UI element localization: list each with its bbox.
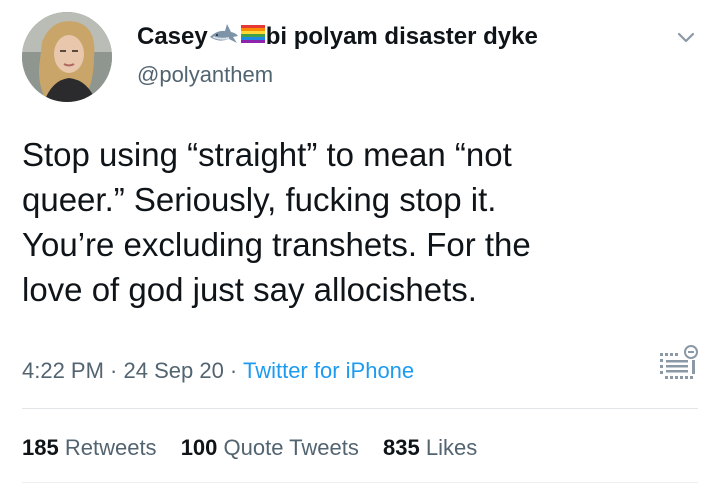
tweet-text-line: Stop using “straight” to mean “not	[22, 136, 512, 173]
tweet-date[interactable]: 24 Sep 20	[124, 358, 224, 383]
retweets-count: 185	[22, 435, 59, 460]
likes-count: 835	[383, 435, 420, 460]
meta-separator: ·	[103, 358, 124, 383]
display-name[interactable]: Casey bi polyam disaster dyke	[137, 22, 538, 52]
display-name-text: Casey	[137, 23, 208, 50]
likes-stat[interactable]: 835 Likes	[383, 435, 477, 460]
qr-analytics-icon[interactable]	[656, 344, 700, 382]
likes-label: Likes	[425, 435, 478, 460]
chevron-down-icon[interactable]	[673, 24, 699, 50]
retweets-label: Retweets	[64, 435, 157, 460]
shark-icon	[209, 23, 239, 52]
tweet-stats: 185 Retweets 100 Quote Tweets 835 Likes	[22, 435, 495, 461]
user-handle[interactable]: @polyanthem	[137, 62, 273, 88]
tweet-card: Casey bi polyam disaster dyke @polyanthe…	[0, 0, 720, 487]
divider	[22, 482, 698, 483]
meta-separator: ·	[223, 358, 243, 383]
tweet-text: Stop using “straight” to mean “not queer…	[22, 132, 682, 312]
tweet-time[interactable]: 4:22 PM	[22, 358, 104, 383]
tweet-source-link[interactable]: Twitter for iPhone	[243, 358, 414, 383]
tweet-meta: 4:22 PM · 24 Sep 20 · Twitter for iPhone	[22, 358, 414, 384]
rainbow-flag-icon	[240, 23, 266, 52]
quote-tweets-count: 100	[180, 435, 218, 460]
divider	[22, 408, 698, 409]
avatar[interactable]	[22, 12, 112, 102]
tweet-text-line: You’re excluding transhets. For the	[22, 226, 531, 263]
quote-tweets-label: Quote Tweets	[223, 435, 359, 460]
quote-tweets-stat[interactable]: 100 Quote Tweets	[181, 435, 359, 460]
tweet-text-line: queer.” Seriously, fucking stop it.	[22, 181, 497, 218]
retweets-stat[interactable]: 185 Retweets	[22, 435, 157, 460]
display-name-suffix: bi polyam disaster dyke	[265, 23, 538, 50]
tweet-text-line: love of god just say allocishets.	[22, 271, 477, 308]
